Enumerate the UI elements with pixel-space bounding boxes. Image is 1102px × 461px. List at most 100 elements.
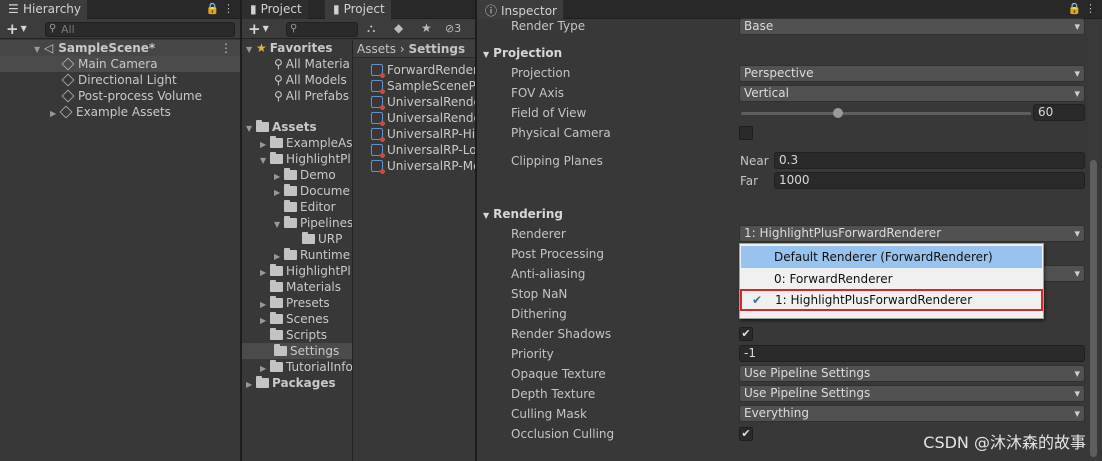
scrollbar-thumb[interactable] [1090, 160, 1097, 457]
anti-aliasing-dropdown[interactable] [1043, 265, 1085, 282]
folder-item[interactable]: ▼ HighlightPl [260, 151, 351, 167]
folder-item[interactable]: ▶ HighlightPl [260, 263, 351, 279]
tab-hierarchy[interactable]: ☰ Hierarchy [0, 0, 88, 19]
folder-item[interactable]: ▶ Demo [274, 167, 336, 183]
fov-slider-handle[interactable] [833, 108, 843, 118]
expand-arrow-icon[interactable]: ▼ [274, 217, 284, 233]
favorite-star-icon[interactable]: ★ [421, 21, 432, 35]
fov-value-field[interactable]: 60 [1033, 104, 1085, 121]
expand-arrow-icon: ▼ [483, 50, 490, 59]
expand-arrow-icon[interactable]: ▶ [274, 185, 284, 201]
dithering-label: Dithering [511, 307, 567, 321]
file-item[interactable]: ForwardRendere [371, 62, 475, 78]
renderer-option[interactable]: 0: ForwardRenderer [741, 268, 1042, 290]
scene-menu-icon[interactable]: ⋮ [220, 40, 232, 56]
projection-dropdown[interactable]: Perspective [739, 65, 1085, 82]
folder-item[interactable]: URP [302, 231, 342, 247]
folder-item[interactable]: ▶ TutorialInfo [260, 359, 353, 375]
favorite-item[interactable]: ⚲ All Prefabs [274, 88, 349, 104]
file-item[interactable]: UniversalRende [371, 110, 475, 126]
lock-icon[interactable]: 🔒 [206, 2, 220, 15]
far-clip-field[interactable]: 1000 [774, 172, 1085, 189]
tab-project-1[interactable]: ▮ Project [242, 0, 308, 19]
culling-mask-dropdown[interactable]: Everything [739, 405, 1085, 422]
folder-icon [302, 232, 315, 244]
physical-camera-checkbox[interactable] [739, 126, 753, 140]
folder-label: Settings [290, 344, 340, 358]
near-clip-field[interactable]: 0.3 [774, 152, 1085, 169]
folder-item[interactable]: ▶ Docume [274, 183, 350, 199]
file-item[interactable]: UniversalRP-Me [371, 158, 475, 174]
renderer-option-selected[interactable]: ✔ 1: HighlightPlusForwardRenderer [740, 289, 1043, 311]
hierarchy-item-example-assets[interactable]: ▶ Example Assets [50, 104, 171, 120]
more-menu-icon[interactable]: ⋮ [1085, 2, 1096, 15]
folder-item[interactable]: Materials [270, 279, 341, 295]
render-shadows-checkbox[interactable]: ✔ [739, 327, 753, 341]
expand-arrow-icon[interactable]: ▶ [246, 377, 256, 393]
rendering-section-header[interactable]: ▼ Rendering [483, 207, 563, 221]
inspector-tab-controls[interactable]: 🔒 ⋮ [1068, 2, 1096, 15]
favorite-item[interactable]: ⚲ All Models [274, 72, 347, 88]
renderer-option[interactable]: Default Renderer (ForwardRenderer) [741, 246, 1042, 268]
file-item[interactable]: SampleScenePr [371, 78, 475, 94]
folder-item[interactable]: ▶ ExampleAs [260, 135, 353, 151]
depth-texture-dropdown[interactable]: Use Pipeline Settings [739, 385, 1085, 402]
file-label: ForwardRendere [387, 63, 475, 77]
folder-item[interactable]: ▼ Pipelines [274, 215, 353, 231]
lock-icon[interactable]: 🔒 [1068, 2, 1082, 15]
filter-by-type-icon[interactable]: ⛬ [367, 21, 375, 36]
expand-arrow-icon[interactable]: ▼ [246, 42, 256, 58]
folder-item[interactable]: Scripts [270, 327, 327, 343]
breadcrumb-item-current[interactable]: Settings [409, 42, 466, 56]
file-item[interactable]: UniversalRende [371, 94, 475, 110]
breadcrumb-item[interactable]: Assets [357, 42, 396, 56]
hierarchy-item-post-process-volume[interactable]: Post-process Volume [61, 88, 202, 104]
tab-project-2[interactable]: ▮ Project [325, 0, 391, 19]
file-item[interactable]: UniversalRP-Hi [371, 126, 475, 142]
folder-label: Demo [300, 168, 336, 182]
create-asset-button[interactable]: + ▼ [248, 20, 269, 38]
folder-icon [270, 360, 283, 372]
renderer-dropdown[interactable]: 1: HighlightPlusForwardRenderer [739, 225, 1085, 242]
folder-item[interactable]: ▶ Runtime [274, 247, 350, 263]
hierarchy-tab-controls[interactable]: 🔒 ⋮ [206, 2, 234, 15]
priority-field[interactable]: -1 [739, 345, 1085, 362]
file-item[interactable]: UniversalRP-Lo [371, 142, 475, 158]
expand-arrow-icon[interactable]: ▶ [260, 313, 270, 329]
folder-item[interactable]: Editor [284, 199, 336, 215]
project-tab-label: Project [260, 2, 302, 16]
hierarchy-item-directional-light[interactable]: Directional Light [61, 72, 177, 88]
gameobject-cube-icon [61, 73, 75, 87]
tab-inspector[interactable]: ⓘ Inspector [477, 0, 563, 19]
expand-arrow-icon[interactable]: ▼ [260, 153, 270, 169]
packages-header[interactable]: ▶ Packages [246, 375, 336, 391]
folder-label: HighlightPl [286, 264, 351, 278]
assets-header[interactable]: ▼ Assets [246, 119, 317, 135]
hidden-packages-icon[interactable]: ⊘3 [445, 22, 461, 35]
fov-axis-dropdown[interactable]: Vertical [739, 85, 1085, 102]
scene-row[interactable]: ▼ ◁ SampleScene* ⋮ [0, 40, 240, 56]
more-menu-icon[interactable]: ⋮ [223, 2, 234, 15]
folder-item-selected[interactable]: Settings [242, 343, 352, 359]
hierarchy-search-input[interactable]: ⚲ All [45, 22, 235, 37]
occlusion-culling-checkbox[interactable]: ✔ [739, 427, 753, 441]
favorites-label: Favorites [269, 41, 333, 55]
create-button[interactable]: + ▼ [6, 20, 27, 38]
expand-arrow-icon[interactable]: ▶ [50, 106, 60, 122]
render-type-dropdown[interactable]: Base [739, 18, 1085, 35]
expand-arrow-icon[interactable]: ▶ [260, 265, 270, 281]
hierarchy-item-label: Main Camera [78, 57, 158, 71]
inspector-scrollbar[interactable] [1089, 20, 1098, 461]
folder-item[interactable]: ▶ Scenes [260, 311, 329, 327]
favorites-header[interactable]: ▼ ★ Favorites [246, 40, 332, 56]
fov-slider-track[interactable] [741, 112, 1031, 115]
projection-section-header[interactable]: ▼ Projection [483, 46, 562, 60]
favorite-item[interactable]: ⚲ All Materia [274, 56, 350, 72]
asset-file-icon [371, 128, 385, 142]
folder-item[interactable]: ▶ Presets [260, 295, 330, 311]
hierarchy-item-main-camera[interactable]: Main Camera [0, 56, 240, 72]
project-search-input[interactable]: ⚲ [286, 22, 358, 37]
expand-arrow-icon[interactable]: ▼ [246, 121, 256, 137]
filter-by-label-icon[interactable]: ◆ [394, 21, 403, 35]
opaque-texture-dropdown[interactable]: Use Pipeline Settings [739, 365, 1085, 382]
